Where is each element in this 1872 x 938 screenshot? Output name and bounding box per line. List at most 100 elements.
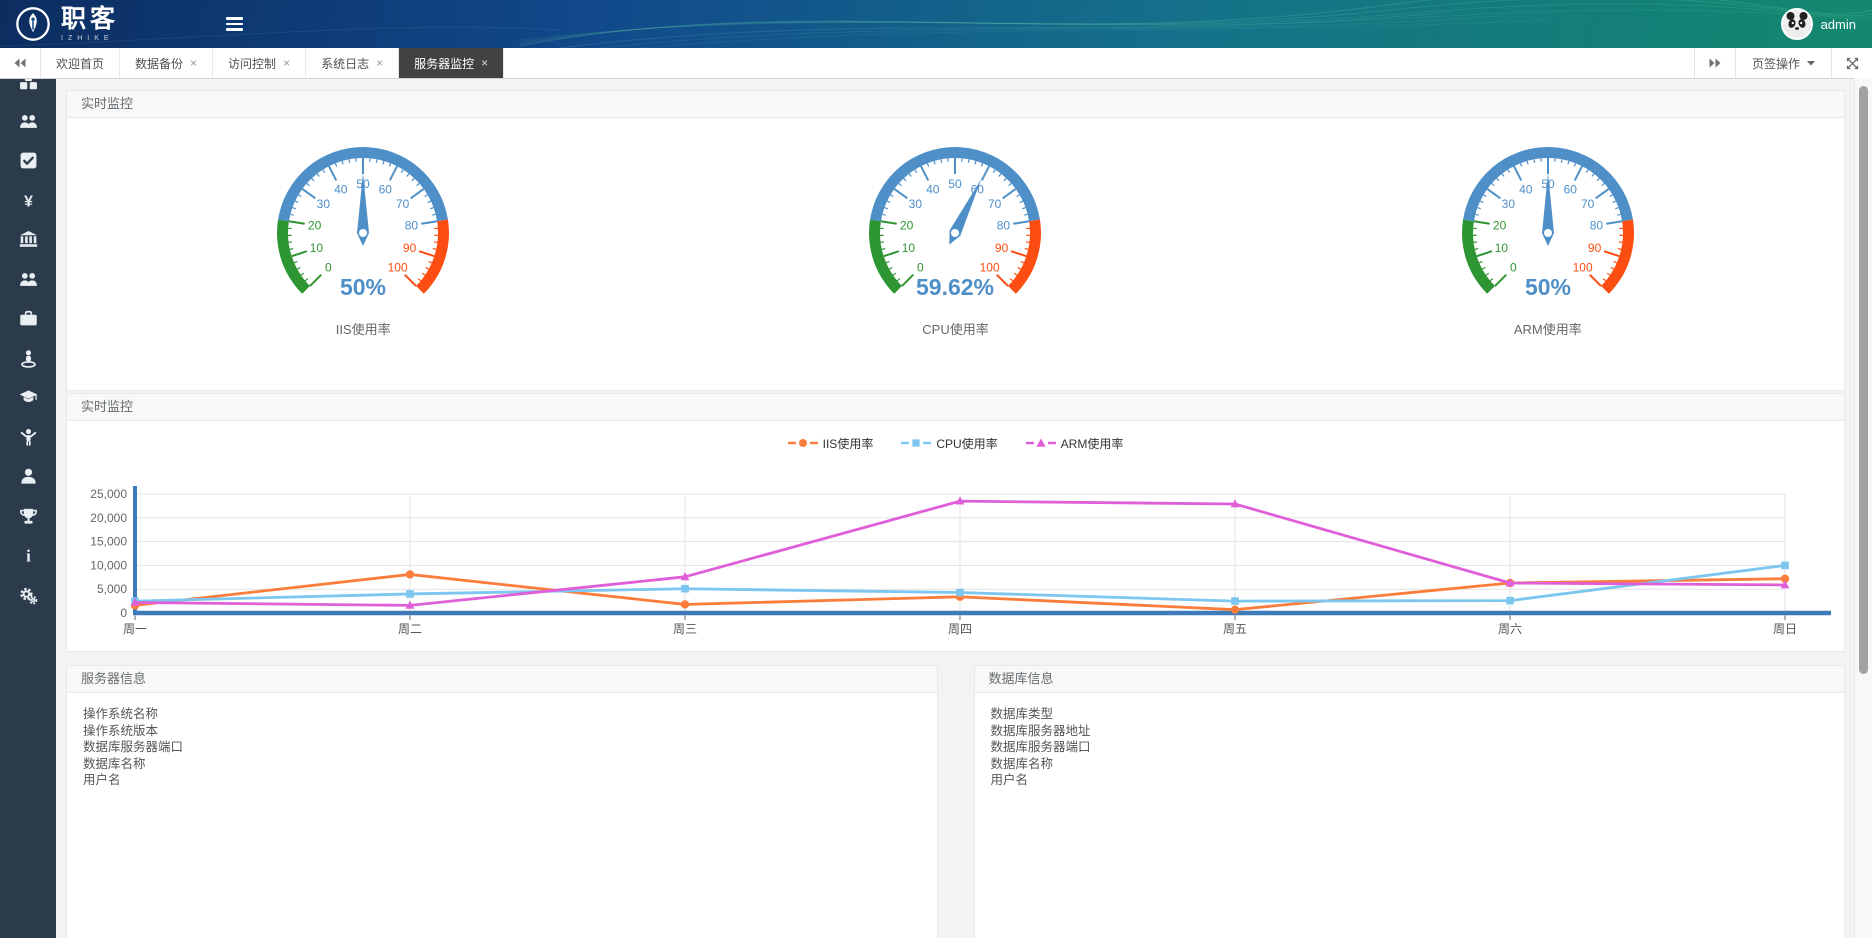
check-square-icon <box>19 151 38 170</box>
gauge-tick-label: 40 <box>927 182 941 196</box>
legend-item-CPU使用率[interactable]: CPU使用率 <box>901 435 997 452</box>
y-axis-tick-label: 5,000 <box>97 582 127 596</box>
y-axis-tick-label: 0 <box>120 606 127 620</box>
info-field-label: 用户名 <box>83 772 921 789</box>
sidebar-item-users[interactable] <box>0 260 56 300</box>
gauge-tick-label: 10 <box>1495 241 1509 255</box>
tab-1[interactable]: 欢迎首页 <box>41 48 120 78</box>
legend-item-IIS使用率[interactable]: IIS使用率 <box>788 435 874 452</box>
gauge-chart-3: 010203040506070809010050% <box>1448 138 1648 310</box>
gauge-ARM使用率: 010203040506070809010050%ARM使用率 <box>1252 138 1844 338</box>
sidebar-item-check-square[interactable] <box>0 141 56 181</box>
sidebar-item-cogs[interactable] <box>0 576 56 616</box>
chart-body: IIS使用率CPU使用率ARM使用率 05,00010,00015,00020,… <box>67 421 1844 651</box>
gauge-tick-label: 10 <box>902 241 916 255</box>
x-axis-tick-label: 周日 <box>1773 622 1797 636</box>
x-axis-tick-label: 周三 <box>673 622 697 636</box>
sidebar-item-graduation-cap[interactable] <box>0 378 56 418</box>
y-axis-tick-label: 15,000 <box>90 535 127 549</box>
info-field-label: 操作系统版本 <box>83 723 921 740</box>
db-info-fields: 数据库类型数据库服务器地址数据库服务器端口数据库名称用户名 <box>975 693 1845 802</box>
tab-close-icon[interactable]: × <box>283 57 290 69</box>
vertical-scrollbar[interactable] <box>1854 78 1872 938</box>
info-field-label: 数据库服务器端口 <box>83 739 921 756</box>
sidebar-item-child[interactable] <box>0 418 56 458</box>
sidebar-item-bank[interactable] <box>0 220 56 260</box>
gauge-tick-label: 30 <box>317 197 331 211</box>
fullscreen-button[interactable] <box>1831 48 1872 78</box>
gauge-tick-label: 90 <box>995 241 1009 255</box>
server-info-panel: 服务器信息 操作系统名称操作系统版本数据库服务器端口数据库名称用户名 <box>66 665 938 938</box>
gauge-tick-label: 0 <box>1510 261 1517 275</box>
tab-3[interactable]: 访问控制× <box>213 48 306 78</box>
gauge-caption: ARM使用率 <box>1514 319 1582 338</box>
navbar-wave-decor <box>0 0 1872 48</box>
users-icon <box>19 112 38 131</box>
gauge-tick-label: 40 <box>334 182 348 196</box>
sidebar-item-yen[interactable]: ¥ <box>0 181 56 221</box>
chart-panel-title: 实时监控 <box>67 394 1844 421</box>
left-sidebar: ¥i <box>0 48 56 938</box>
tab-operations-dropdown[interactable]: 页签操作 <box>1735 48 1831 78</box>
gauge-tick-label: 70 <box>396 197 410 211</box>
sidebar-item-users[interactable] <box>0 102 56 142</box>
gauge-tick-label: 0 <box>325 261 332 275</box>
info-field-label: 数据库名称 <box>991 756 1829 773</box>
expand-arrows-icon <box>1846 57 1859 70</box>
tab-label: 系统日志 <box>321 55 369 72</box>
users-icon <box>19 270 38 289</box>
sidebar-toggle-button[interactable] <box>218 8 251 39</box>
open-tabs: 欢迎首页数据备份×访问控制×系统日志×服务器监控× <box>41 48 504 78</box>
briefcase-icon <box>19 309 38 328</box>
server-info-fields: 操作系统名称操作系统版本数据库服务器端口数据库名称用户名 <box>67 693 937 802</box>
top-navbar: 职客 IZHIKE admin <box>0 0 1872 48</box>
y-axis-tick-label: 25,000 <box>90 487 127 501</box>
sidebar-item-info[interactable]: i <box>0 536 56 576</box>
tab-close-icon[interactable]: × <box>376 57 383 69</box>
gauge-tick-label: 80 <box>1590 218 1604 232</box>
info-field-label: 用户名 <box>991 772 1829 789</box>
legend-label: ARM使用率 <box>1061 435 1124 452</box>
tabs-scroll-right-button[interactable] <box>1694 48 1735 78</box>
circle-marker-icon <box>788 437 818 449</box>
tab-label: 欢迎首页 <box>56 55 104 72</box>
sidebar-item-user[interactable] <box>0 457 56 497</box>
gauge-tick-label: 50 <box>949 177 963 191</box>
tab-5[interactable]: 服务器监控× <box>399 48 504 78</box>
gauge-tick-label: 100 <box>388 261 408 275</box>
user-avatar <box>1781 8 1813 40</box>
info-icon: i <box>19 546 38 565</box>
sidebar-item-briefcase[interactable] <box>0 299 56 339</box>
app-logo[interactable]: 职客 IZHIKE <box>0 5 204 43</box>
y-axis-tick-label: 20,000 <box>90 511 127 525</box>
realtime-gauges-panel: 实时监控 010203040506070809010050%IIS使用率0102… <box>66 90 1845 391</box>
info-field-label: 数据库服务器端口 <box>991 739 1829 756</box>
x-axis-tick-label: 周五 <box>1223 622 1247 636</box>
gauge-value: 59.62% <box>916 274 994 300</box>
logo-icon <box>14 5 52 43</box>
info-field-label: 操作系统名称 <box>83 706 921 723</box>
gauge-tick-label: 20 <box>308 218 322 232</box>
legend-item-ARM使用率[interactable]: ARM使用率 <box>1026 435 1124 452</box>
sidebar-item-street-view[interactable] <box>0 339 56 379</box>
sidebar-item-trophy[interactable] <box>0 497 56 537</box>
logo-text: 职客 <box>61 7 119 32</box>
tabs-scroll-left-button[interactable] <box>0 48 41 78</box>
realtime-chart-panel: 实时监控 IIS使用率CPU使用率ARM使用率 05,00010,00015,0… <box>66 393 1845 652</box>
tab-close-icon[interactable]: × <box>190 57 197 69</box>
info-panels-row: 服务器信息 操作系统名称操作系统版本数据库服务器端口数据库名称用户名 数据库信息… <box>66 665 1845 938</box>
gauge-tick-label: 100 <box>980 261 1000 275</box>
logo-subtext: IZHIKE <box>61 35 119 42</box>
tab-2[interactable]: 数据备份× <box>120 48 213 78</box>
gauge-chart-2: 010203040506070809010059.62% <box>855 138 1055 310</box>
tab-close-icon[interactable]: × <box>481 57 488 69</box>
triangle-marker-icon <box>1026 437 1056 449</box>
tab-4[interactable]: 系统日志 × <box>306 48 399 78</box>
gauge-IIS使用率: 010203040506070809010050%IIS使用率 <box>67 138 659 338</box>
legend-label: IIS使用率 <box>823 435 874 452</box>
legend-label: CPU使用率 <box>936 435 997 452</box>
user-menu[interactable]: admin <box>1781 8 1856 40</box>
gauge-tick-label: 90 <box>1588 241 1602 255</box>
scrollbar-thumb[interactable] <box>1859 86 1868 674</box>
gauge-tick-label: 30 <box>1501 197 1515 211</box>
